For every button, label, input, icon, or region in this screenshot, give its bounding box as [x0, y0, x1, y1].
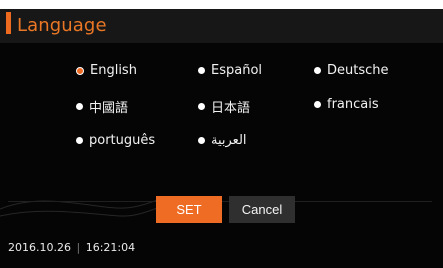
status-separator: |: [76, 241, 81, 254]
wave-decoration: [0, 198, 160, 217]
title-accent: [6, 12, 11, 34]
language-option-portugues[interactable]: português: [76, 133, 155, 148]
radio-selected-icon[interactable]: [76, 66, 84, 75]
language-option-arabic[interactable]: العربية: [198, 133, 247, 148]
status-bar: 2016.10.26 | 16:21:04: [8, 241, 135, 254]
set-button[interactable]: SET: [156, 196, 222, 223]
radio-icon[interactable]: [198, 67, 205, 74]
language-label: Español: [211, 63, 263, 78]
language-label: português: [89, 133, 156, 148]
language-label: francais: [327, 97, 379, 112]
top-strip: [0, 0, 443, 9]
language-option-espanol[interactable]: Español: [198, 63, 262, 78]
radio-icon[interactable]: [314, 101, 321, 108]
radio-icon[interactable]: [76, 103, 83, 110]
language-option-japanese[interactable]: 日本語: [198, 97, 250, 116]
language-label: 日本語: [211, 101, 251, 116]
status-date: 2016.10.26: [8, 241, 71, 254]
language-label: 中國語: [89, 101, 129, 116]
page-title: Language: [17, 15, 107, 36]
status-time: 16:21:04: [85, 241, 136, 254]
language-label: Deutsche: [327, 63, 389, 78]
cancel-button[interactable]: Cancel: [229, 196, 295, 223]
language-option-deutsche[interactable]: Deutsche: [314, 63, 389, 78]
language-label: العربية: [211, 133, 247, 148]
radio-icon[interactable]: [198, 137, 205, 144]
language-option-chinese[interactable]: 中國語: [76, 97, 128, 116]
language-screen: Language English Español Deutsche 中國語 日本…: [0, 0, 443, 268]
language-option-francais[interactable]: francais: [314, 97, 379, 112]
radio-icon[interactable]: [76, 137, 83, 144]
radio-icon[interactable]: [314, 67, 321, 74]
language-options: English Español Deutsche 中國語 日本語 francai…: [0, 55, 443, 155]
radio-icon[interactable]: [198, 103, 205, 110]
language-label: English: [90, 63, 137, 78]
language-option-english[interactable]: English: [76, 63, 137, 78]
